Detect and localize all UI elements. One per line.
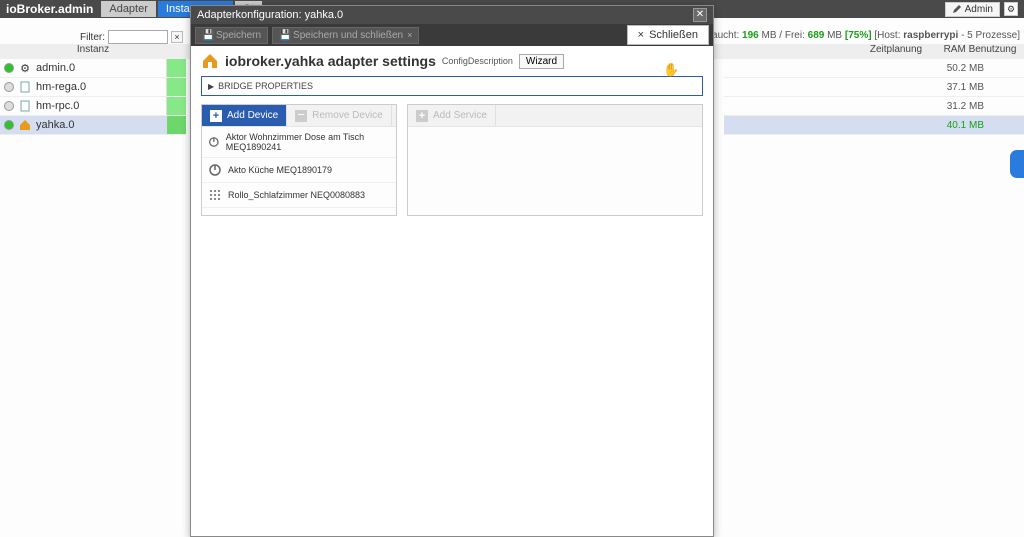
doc-icon bbox=[18, 99, 32, 113]
add-device-button[interactable]: + Add Device bbox=[202, 105, 287, 126]
instance-row[interactable]: hm-rega.0 bbox=[0, 78, 186, 97]
ram-column: 50.2 MB 37.1 MB 31.2 MB 40.1 MB bbox=[724, 59, 1024, 135]
bridge-label: BRIDGE PROPERTIES bbox=[218, 81, 313, 91]
bridge-properties-toggle[interactable]: ▶ BRIDGE PROPERTIES bbox=[201, 76, 703, 96]
filter-input[interactable] bbox=[108, 30, 168, 44]
dialog-title: Adapterkonfiguration: yahka.0 bbox=[197, 9, 343, 21]
home-icon bbox=[18, 118, 32, 132]
device-row[interactable]: Akto Küche MEQ1890179 bbox=[202, 158, 396, 183]
status-bar: RAM verbraucht: 196 MB / Frei: 689 MB [7… bbox=[664, 30, 1020, 41]
status-text2: MB / Frei: bbox=[759, 30, 808, 41]
remove-device-label: Remove Device bbox=[312, 110, 383, 121]
plus-icon: + bbox=[416, 110, 428, 122]
device-label: Akto Küche MEQ1890179 bbox=[228, 165, 332, 175]
settings-button[interactable]: ⚙ bbox=[1004, 2, 1018, 16]
save-button[interactable]: 💾 Speichern bbox=[195, 27, 268, 44]
device-label: Aktor Wohnzimmer Dose am Tisch MEQ189024… bbox=[226, 132, 390, 152]
ram-cell: 31.2 MB bbox=[724, 97, 1024, 116]
instance-row[interactable]: ⚙ admin.0 bbox=[0, 59, 186, 78]
close-icon: × bbox=[638, 29, 644, 41]
admin-button[interactable]: Admin bbox=[945, 2, 1000, 17]
instance-name: hm-rega.0 bbox=[36, 81, 86, 93]
config-dialog: Adapterkonfiguration: yahka.0 ✕ 💾 Speiche… bbox=[190, 5, 714, 537]
led-icon bbox=[4, 120, 14, 130]
instance-name: hm-rpc.0 bbox=[36, 100, 79, 112]
ram-cell: 37.1 MB bbox=[724, 78, 1024, 97]
status-text4: [Host: bbox=[872, 30, 904, 41]
ram-cell: 50.2 MB bbox=[724, 59, 1024, 78]
save-close-label: Speichern und schließen bbox=[293, 30, 403, 41]
minus-icon: − bbox=[295, 110, 307, 122]
pencil-icon bbox=[952, 4, 962, 14]
led-icon bbox=[4, 82, 14, 92]
status-text3: MB bbox=[824, 30, 845, 41]
instance-list: ⚙ admin.0 hm-rega.0 hm-rpc.0 yahka.0 bbox=[0, 59, 186, 135]
status-pct: [75%] bbox=[845, 30, 872, 41]
disk-icon: 💾 bbox=[202, 30, 212, 40]
triangle-icon: ▶ bbox=[208, 82, 214, 91]
play-button[interactable] bbox=[166, 116, 186, 135]
play-button[interactable] bbox=[166, 59, 186, 78]
play-column bbox=[166, 59, 186, 135]
devices-panel: + Add Device −Remove Device Aktor Wohnzim… bbox=[201, 104, 397, 216]
power-icon bbox=[208, 135, 220, 149]
instance-name: yahka.0 bbox=[36, 119, 75, 131]
doc-icon bbox=[18, 80, 32, 94]
tab-adapter[interactable]: Adapter bbox=[101, 1, 156, 17]
device-row[interactable]: Aktor Wohnzimmer Dose am Tisch MEQ189024… bbox=[202, 127, 396, 158]
plus-icon: + bbox=[210, 110, 222, 122]
play-button[interactable] bbox=[166, 97, 186, 116]
home-icon bbox=[201, 52, 219, 70]
instance-row[interactable]: yahka.0 bbox=[0, 116, 186, 135]
col-schedule: Zeitplanung bbox=[856, 44, 936, 59]
instance-row[interactable]: hm-rpc.0 bbox=[0, 97, 186, 116]
settings-header: iobroker.yahka adapter settings ConfigDe… bbox=[201, 52, 703, 70]
col-ram: RAM Benutzung bbox=[936, 44, 1024, 59]
status-free: 689 bbox=[808, 30, 825, 41]
dialog-body: iobroker.yahka adapter settings ConfigDe… bbox=[191, 46, 713, 536]
save-label: Speichern bbox=[216, 30, 261, 41]
close-button[interactable]: × Schließen bbox=[627, 25, 709, 45]
play-button[interactable] bbox=[166, 78, 186, 97]
instance-name: admin.0 bbox=[36, 62, 75, 74]
tab-adapter-label: Adapter bbox=[109, 3, 148, 15]
wizard-button[interactable]: Wizard bbox=[519, 54, 564, 69]
add-service-button[interactable]: + Add Service bbox=[408, 105, 496, 126]
gear-icon: ⚙ bbox=[18, 61, 32, 75]
status-host: raspberrypi bbox=[903, 30, 958, 41]
config-description: ConfigDescription bbox=[442, 56, 513, 66]
power-icon bbox=[208, 163, 222, 177]
disk-icon: 💾 bbox=[279, 30, 289, 40]
admin-button-label: Admin bbox=[965, 4, 993, 15]
device-row[interactable]: Rollo_Schlafzimmer NEQ0080883 bbox=[202, 183, 396, 208]
col-instance: Instanz bbox=[0, 44, 186, 59]
dialog-toolbar: 💾 Speichern 💾 Speichern und schließen × × Sc… bbox=[191, 24, 713, 46]
ram-cell: 40.1 MB bbox=[724, 116, 1024, 135]
led-icon bbox=[4, 63, 14, 73]
filter-clear-button[interactable]: × bbox=[171, 31, 183, 43]
filter-row: Filter: × bbox=[80, 30, 183, 44]
close-label: Schließen bbox=[649, 29, 698, 41]
status-used: 196 bbox=[742, 30, 759, 41]
close-icon: × bbox=[407, 30, 412, 40]
led-icon bbox=[4, 101, 14, 111]
add-service-label: Add Service bbox=[433, 110, 487, 121]
app-title: ioBroker.admin bbox=[0, 2, 99, 16]
device-label: Rollo_Schlafzimmer NEQ0080883 bbox=[228, 190, 365, 200]
side-tab[interactable] bbox=[1010, 150, 1024, 178]
dialog-close-icon[interactable]: ✕ bbox=[693, 8, 707, 22]
dialog-titlebar[interactable]: Adapterkonfiguration: yahka.0 ✕ bbox=[191, 6, 713, 24]
services-panel: + Add Service bbox=[407, 104, 703, 216]
status-text5: - 5 Prozesse] bbox=[958, 30, 1020, 41]
add-device-label: Add Device bbox=[227, 110, 278, 121]
remove-device-button[interactable]: −Remove Device bbox=[287, 105, 392, 126]
grid-icon bbox=[208, 188, 222, 202]
settings-title: iobroker.yahka adapter settings bbox=[225, 53, 436, 69]
save-close-button[interactable]: 💾 Speichern und schließen × bbox=[272, 27, 419, 44]
filter-label: Filter: bbox=[80, 32, 105, 43]
